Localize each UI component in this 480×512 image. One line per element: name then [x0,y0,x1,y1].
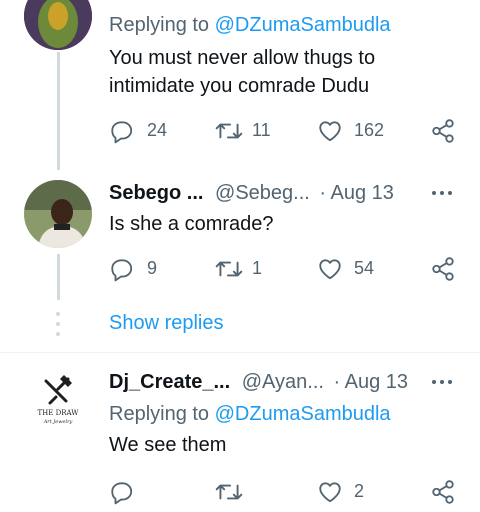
replying-to-label: Replying to [109,14,215,36]
avatar-logo-subtext: Art Jewelry [43,419,73,425]
more-options-button[interactable] [430,188,454,198]
share-button[interactable] [430,477,460,507]
dot [56,332,60,336]
share-button[interactable] [430,254,460,284]
reply-button[interactable]: 9 [109,254,179,284]
reply-button[interactable] [109,477,149,507]
retweet-count: 1 [252,258,263,278]
reply-count: 9 [147,258,158,278]
more-dot [448,191,452,195]
tweet-text: Is she a comrade? [109,213,274,235]
like-button[interactable]: 2 [316,477,386,507]
retweet-count: 11 [252,120,271,140]
tweet-actions: 24 11 162 [0,116,480,146]
tweet-header: Dj_Create_... @Ayan... · Aug 13 [109,371,408,394]
tweet-text-line-2: intimidate you comrade Dudu [109,75,370,97]
reply-icon [111,121,133,144]
more-dot [440,380,444,384]
tweet-actions: 2 [0,477,480,507]
retweet-button[interactable]: 11 [214,116,284,146]
reply-icon [111,259,133,282]
heart-icon [319,259,341,280]
avatar-image [24,0,92,50]
thread-line [57,52,60,170]
retweet-icon [215,123,243,139]
tweet-text: We see them [109,434,227,456]
thread-continuation-dots [56,312,60,338]
more-dot [440,191,444,195]
dot [56,322,60,326]
more-dot [448,380,452,384]
retweet-icon [215,484,243,500]
tweet-actions: 9 1 54 [0,254,480,284]
avatar-logo-text: THE DRAW [38,409,80,417]
like-count: 54 [354,258,375,278]
more-options-icon [432,380,436,384]
retweet-button[interactable]: 1 [214,254,284,284]
replying-to: Replying to @DZumaSambudla [109,14,391,37]
tweet-date[interactable]: · Aug 13 [334,371,409,393]
tweet-1[interactable]: Replying to @DZumaSambudla You must neve… [0,0,480,170]
reply-icon [111,482,133,505]
avatar[interactable] [24,0,92,50]
dot [56,312,60,316]
like-count: 162 [354,120,385,140]
replying-to-handle-link[interactable]: @DZumaSambudla [215,14,391,36]
share-icon [432,257,454,281]
share-icon [432,480,454,504]
tweet-text: You must never allow thugs to intimidate… [109,44,375,100]
share-button[interactable] [430,116,460,146]
retweet-icon [215,261,243,277]
tweet-date[interactable]: · Aug 13 [319,182,394,204]
display-name[interactable]: Sebego ... [109,182,203,204]
like-count: 2 [354,481,365,501]
like-button[interactable]: 162 [316,116,396,146]
tweet-3[interactable]: THE DRAW Art Jewelry Dj_Create_... @Ayan… [0,353,480,512]
tweet-text-line-1: You must never allow thugs to [109,47,376,69]
like-button[interactable]: 54 [316,254,396,284]
retweet-button[interactable] [214,477,254,507]
more-options-button[interactable] [430,377,454,387]
share-icon [432,119,454,143]
display-name[interactable]: Dj_Create_... [109,371,230,393]
show-replies-link[interactable]: Show replies [109,312,224,335]
user-handle[interactable]: @Ayan... [242,371,324,393]
heart-icon [319,121,341,142]
reply-count: 24 [147,120,168,140]
heart-icon [319,482,341,503]
avatar-image [24,180,92,248]
avatar-logo: THE DRAW Art Jewelry [24,363,92,431]
replying-to-label: Replying to [109,403,215,425]
tweet-2[interactable]: Sebego ... @Sebeg... · Aug 13 Is she a c… [0,170,480,300]
tweet-header: Sebego ... @Sebeg... · Aug 13 [109,182,394,205]
user-handle[interactable]: @Sebeg... [215,182,310,204]
replying-to-handle-link[interactable]: @DZumaSambudla [215,403,391,425]
reply-button[interactable]: 24 [109,116,179,146]
avatar[interactable] [24,180,92,248]
avatar[interactable]: THE DRAW Art Jewelry [24,363,92,431]
more-options-icon [432,191,436,195]
replying-to: Replying to @DZumaSambudla [109,403,391,426]
